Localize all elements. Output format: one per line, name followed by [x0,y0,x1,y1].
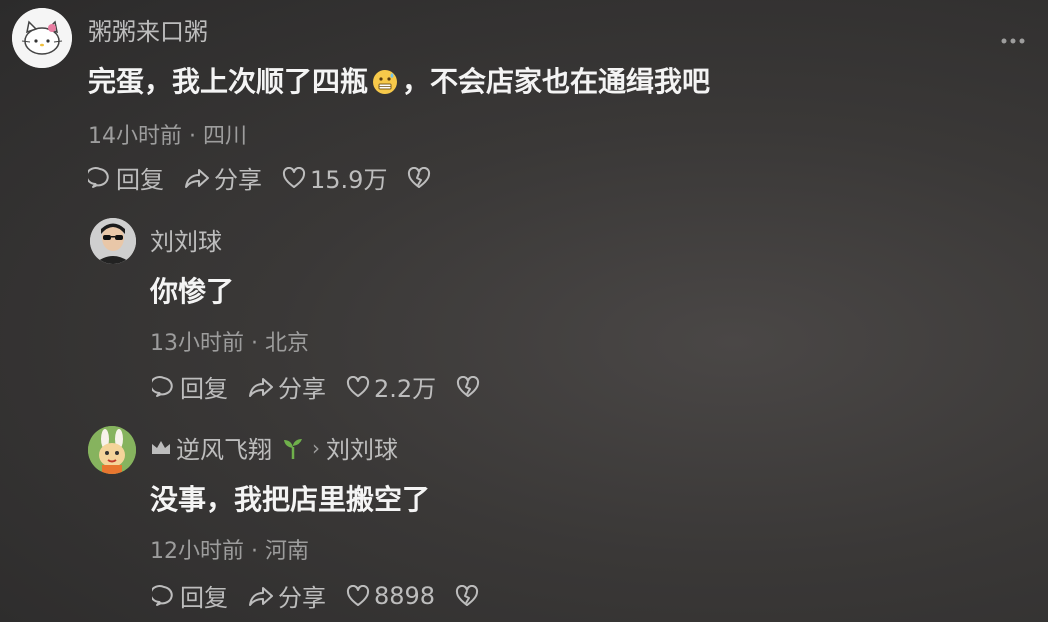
heart-icon [346,375,370,397]
comment-1-username[interactable]: 粥粥来口粥 [88,12,208,47]
comment-3-actions: 回复 分享 8898 [152,578,503,613]
like-button[interactable]: 15.9万 [282,160,387,195]
comment-1-content-before: 完蛋，我上次顺了四瓶 [88,65,369,98]
share-label: 分享 [278,584,326,612]
comment-1-actions: 回复 分享 15.9万 [88,160,455,195]
reply-to-arrow-icon: › [312,435,320,460]
comment-bubble-icon [152,584,173,606]
meta-separator: · [251,331,265,356]
comment-2-username[interactable]: 刘刘球 [150,222,222,257]
like-button[interactable]: 8898 [346,582,435,610]
like-count: 15.9万 [310,166,388,194]
comment-2-content: 你惨了 [150,275,235,308]
share-button[interactable]: 分享 [184,160,262,195]
comment-bubble-icon [152,375,173,397]
share-arrow-icon [185,168,209,188]
avatar-comment-3[interactable] [88,426,136,474]
avatar-comment-1[interactable] [12,8,72,68]
heart-icon [282,166,306,188]
dislike-button[interactable] [407,166,435,189]
share-label: 分享 [214,166,262,194]
like-count: 8898 [374,581,436,610]
comment-2-meta: 13小时前 · 北京 [150,325,309,357]
reply-label: 回复 [180,375,228,403]
comment-2-location: 北京 [265,331,310,356]
comment-1-content: 完蛋，我上次顺了四瓶 ，不会店家也在通缉我吧 [88,60,710,102]
like-button[interactable]: 2.2万 [346,369,436,404]
sprout-badge-icon [284,438,302,459]
comment-3-username[interactable]: 逆风飞翔 [176,430,272,465]
comment-3-header: 逆风飞翔 › 刘刘球 [150,430,398,465]
share-button[interactable]: 分享 [248,578,326,613]
reply-button[interactable]: 回复 [88,160,164,195]
heart-icon [346,584,370,606]
dislike-button[interactable] [456,375,484,398]
person-sunglasses-avatar-icon [90,218,136,264]
hello-kitty-avatar-icon [12,8,72,68]
reply-label: 回复 [116,166,164,194]
comment-1-content-after: ，不会店家也在通缉我吧 [402,65,711,98]
comment-1-time: 14小时前 [88,124,182,149]
share-arrow-icon [249,377,273,397]
comment-3-time: 12小时前 [150,539,244,564]
share-label: 分享 [278,375,326,403]
avatar-comment-2[interactable] [90,218,136,264]
share-button[interactable]: 分享 [248,369,326,404]
meta-separator: · [251,539,265,564]
comment-3-reply-to[interactable]: 刘刘球 [326,430,398,465]
share-arrow-icon [249,586,273,606]
reply-label: 回复 [180,584,228,612]
reply-button[interactable]: 回复 [152,578,228,613]
broken-heart-icon [457,375,480,397]
comment-2-actions: 回复 分享 2.2万 [152,369,504,404]
comment-3-location: 河南 [265,539,310,564]
like-count: 2.2万 [374,375,437,403]
comment-1-location: 四川 [203,124,248,149]
reply-button[interactable]: 回复 [152,369,228,404]
bunny-avatar-icon [88,426,136,474]
crown-badge-icon [152,440,170,454]
comment-3-content: 没事，我把店里搬空了 [150,483,431,516]
comment-1-meta: 14小时前 · 四川 [88,118,247,150]
meta-separator: · [189,124,203,149]
broken-heart-icon [456,584,479,606]
comment-2-time: 13小时前 [150,331,244,356]
grimacing-sweat-emoji-icon [372,69,398,102]
comment-bubble-icon [88,166,109,188]
comment-3-meta: 12小时前 · 河南 [150,533,309,565]
dislike-button[interactable] [455,584,483,607]
broken-heart-icon [408,166,431,188]
more-dots-icon[interactable] [1000,30,1026,49]
